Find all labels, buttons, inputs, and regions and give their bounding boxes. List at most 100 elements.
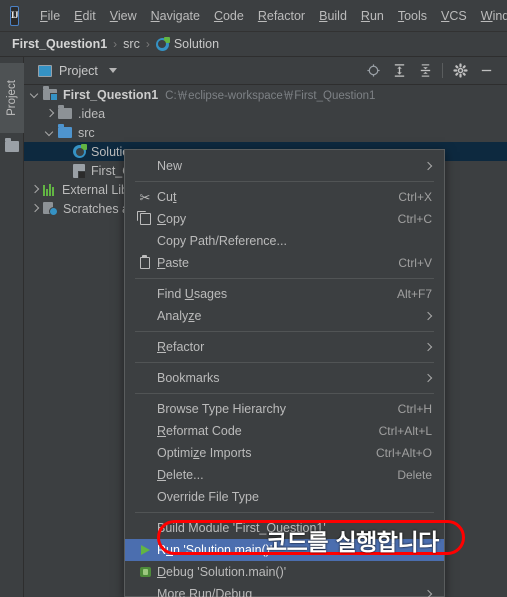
submenu-chevron-right-icon [424, 343, 432, 351]
context-menu-item[interactable]: New [125, 155, 444, 177]
context-menu-item[interactable]: More Run/Debug [125, 583, 444, 597]
context-menu-item[interactable]: Debug 'Solution.main()' [125, 561, 444, 583]
chevron-right-icon[interactable] [30, 204, 39, 213]
context-menu-item-label: Bookmarks [157, 371, 220, 385]
logo-text: IJ [11, 10, 19, 20]
context-menu-item[interactable]: Browse Type Hierarchy Ctrl+H [125, 398, 444, 420]
settings-gear-icon[interactable] [447, 58, 473, 84]
context-menu-item[interactable]: Delete... Delete [125, 464, 444, 486]
menu-separator [135, 331, 434, 332]
context-menu-item-label: Refactor [157, 340, 205, 354]
context-menu-item[interactable]: ✂ Cut Ctrl+X [125, 186, 444, 208]
context-menu-item-label: New [157, 159, 183, 173]
folder-icon[interactable] [5, 138, 19, 152]
folder-icon [58, 105, 72, 119]
context-menu-item-shortcut: Ctrl+X [398, 190, 432, 204]
menu-view[interactable]: View [103, 6, 144, 26]
project-panel-title: Project [59, 63, 98, 78]
tree-row[interactable]: src [24, 123, 507, 142]
tree-row[interactable]: .idea [24, 104, 507, 123]
context-menu-item[interactable]: Paste Ctrl+V [125, 252, 444, 274]
context-menu-item[interactable]: Override File Type [125, 486, 444, 508]
breadcrumb-separator-1: › [113, 37, 118, 51]
intellij-idea-window: IJ File Edit View Navigate Code Refactor Build… [0, 0, 507, 597]
chevron-right-icon[interactable] [30, 185, 39, 194]
context-menu-item-shortcut: Ctrl+V [398, 256, 432, 270]
copy-icon [135, 211, 155, 225]
context-menu-item-shortcut: Delete [397, 468, 432, 482]
context-menu-item-shortcut: Ctrl+H [397, 402, 432, 416]
tool-window-tab-project[interactable]: Project [0, 63, 24, 133]
tool-window-tab-project-label: Project [6, 80, 19, 116]
context-menu-item[interactable]: Copy Path/Reference... [125, 230, 444, 252]
breadcrumb-folder[interactable]: src [123, 37, 140, 51]
menu-refactor[interactable]: Refactor [251, 6, 312, 26]
breadcrumb: First_Question1 › src › Solution [0, 32, 507, 57]
submenu-chevron-right-icon [424, 312, 432, 320]
context-menu-item-label: Copy [157, 212, 187, 226]
tree-arrow-placeholder [60, 147, 69, 156]
run-icon [135, 545, 155, 555]
context-menu-item[interactable]: Reformat Code Ctrl+Alt+L [125, 420, 444, 442]
tree-arrow-placeholder [60, 166, 69, 175]
context-menu-item-label: Paste [157, 256, 189, 270]
menu-separator [135, 362, 434, 363]
debug-icon [135, 567, 155, 577]
paste-icon [135, 255, 155, 269]
chevron-down-icon[interactable] [45, 128, 54, 137]
chevron-down-icon[interactable] [30, 90, 39, 99]
submenu-chevron-right-icon [424, 590, 432, 597]
context-menu-item[interactable]: Analyze [125, 305, 444, 327]
folder-blue-icon [58, 124, 72, 138]
menu-separator [135, 393, 434, 394]
tree-row-label: First_Question1 [63, 87, 159, 102]
context-menu-item-shortcut: Alt+F7 [396, 287, 432, 301]
menu-window[interactable]: Window [474, 6, 507, 26]
context-menu-item-label: Browse Type Hierarchy [157, 402, 286, 416]
context-menu-item-label: Reformat Code [157, 424, 242, 438]
context-menu-item-label: Find Usages [157, 287, 228, 301]
menu-run[interactable]: Run [354, 6, 391, 26]
context-menu-item-label: Override File Type [157, 490, 259, 504]
submenu-chevron-right-icon [424, 374, 432, 382]
chevron-right-icon[interactable] [45, 109, 54, 118]
left-tool-strip: Project [0, 57, 24, 597]
tree-row-label: src [78, 125, 95, 140]
context-menu-item[interactable]: Refactor [125, 336, 444, 358]
menu-tools[interactable]: Tools [391, 6, 434, 26]
context-menu-item-shortcut: Ctrl+Alt+L [378, 424, 432, 438]
tree-row-path: C:￦eclipse-workspace￦First_Question1 [165, 89, 376, 102]
java-class-icon [155, 36, 170, 51]
expand-all-icon[interactable] [386, 58, 412, 84]
menu-edit[interactable]: Edit [67, 6, 103, 26]
context-menu-item-label: Copy Path/Reference... [157, 234, 287, 248]
chevron-down-icon[interactable] [108, 68, 117, 73]
collapse-all-icon[interactable] [412, 58, 438, 84]
menu-file[interactable]: File [33, 6, 67, 26]
context-menu-item[interactable]: Bookmarks [125, 367, 444, 389]
locate-icon[interactable] [360, 58, 386, 84]
minimize-icon[interactable] [473, 58, 499, 84]
iml-file-icon [73, 163, 86, 179]
context-menu-item[interactable]: Optimize Imports Ctrl+Alt+O [125, 442, 444, 464]
context-menu-item[interactable]: Copy Ctrl+C [125, 208, 444, 230]
context-menu-item-shortcut: Ctrl+Alt+O [375, 446, 432, 460]
context-menu-item-label: Cut [157, 190, 177, 204]
scratches-icon [43, 202, 58, 216]
menu-separator [135, 278, 434, 279]
breadcrumb-file[interactable]: Solution [174, 37, 219, 51]
project-panel-toolbar [360, 58, 507, 84]
breadcrumb-separator-2: › [145, 37, 150, 51]
context-menu-item[interactable]: Find Usages Alt+F7 [125, 283, 444, 305]
context-menu-item-label: More Run/Debug [157, 587, 253, 597]
cut-icon: ✂ [139, 189, 151, 205]
module-folder-icon [43, 86, 58, 101]
menu-build[interactable]: Build [312, 6, 354, 26]
menu-vcs[interactable]: VCS [434, 6, 474, 26]
tree-row[interactable]: First_Question1 C:￦eclipse-workspace￦Firs… [24, 85, 507, 104]
menu-code[interactable]: Code [207, 6, 251, 26]
breadcrumb-project[interactable]: First_Question1 [12, 37, 107, 51]
menu-navigate[interactable]: Navigate [144, 6, 207, 26]
tree-row-label: .idea [78, 106, 106, 121]
annotation-text: 코드를 실행합니다 [266, 530, 439, 556]
